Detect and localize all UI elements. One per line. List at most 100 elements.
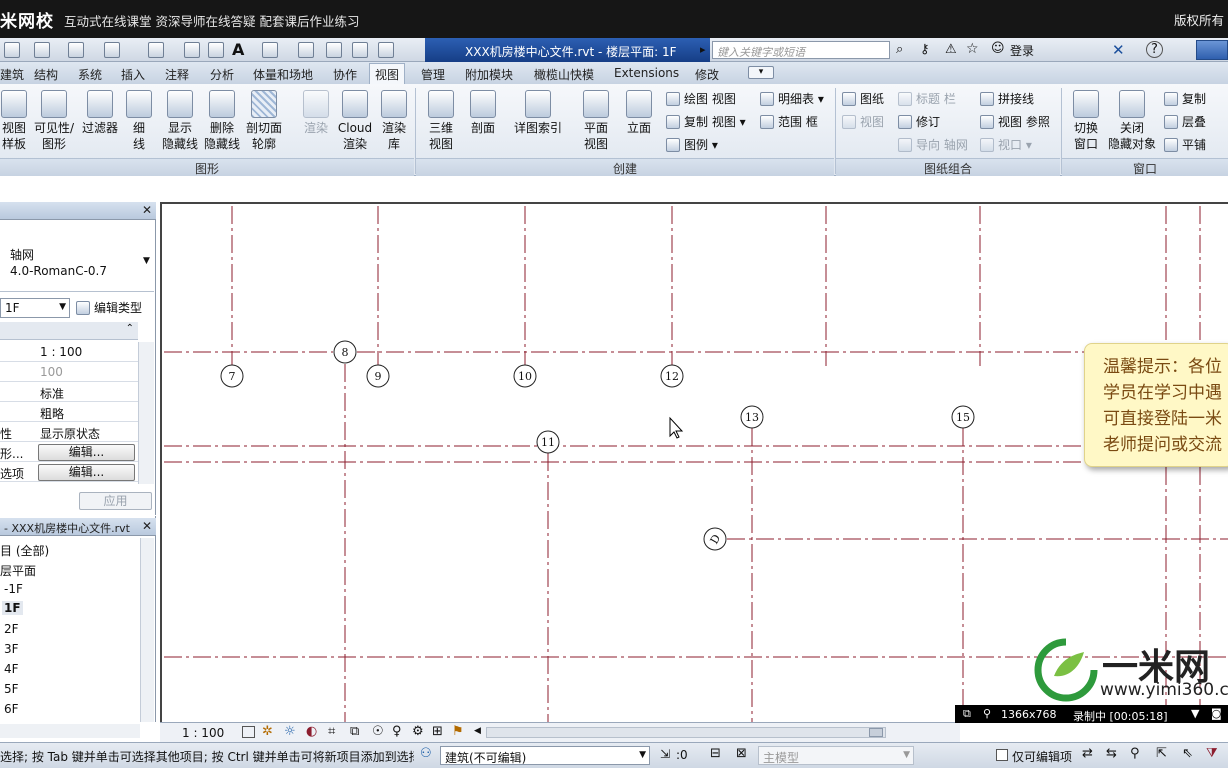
tree-item[interactable]: 4F (4, 662, 19, 676)
visual-style-icon[interactable]: ✲ (262, 724, 273, 739)
tile-button[interactable]: 平铺 (1164, 136, 1206, 153)
tab-massing-site[interactable]: 体量和场地 (253, 66, 313, 83)
cloud-render-button[interactable]: Cloud 渲染 (336, 88, 374, 152)
tab-annotate[interactable]: 注释 (165, 66, 189, 83)
show-hidden-lines-button[interactable]: 显示 隐藏线 (160, 88, 200, 152)
key-icon[interactable]: ⚷ (920, 42, 930, 57)
visibility-graphics-button[interactable]: 可见性/图形 (32, 88, 76, 152)
tab-modify[interactable]: 修改 (695, 66, 719, 83)
3d-view-button[interactable]: 三维 视图 (422, 88, 460, 152)
property-row[interactable]: 1 : 100 (0, 342, 138, 362)
cut-profile-button[interactable]: 剖切面 轮廓 (244, 88, 284, 152)
sun-path-icon[interactable]: ☼ (284, 724, 296, 739)
drafting-view-button[interactable]: 绘图 视图 (666, 90, 736, 107)
shadows-icon[interactable]: ◐ (306, 724, 317, 739)
duplicate-view-button[interactable]: 复制 视图 ▾ (666, 113, 746, 130)
undo-icon[interactable] (68, 42, 84, 58)
tree-item[interactable]: 层平面 (0, 562, 36, 579)
apply-button[interactable]: 应用 (79, 492, 152, 510)
callout-button[interactable]: 详图索引 (508, 88, 568, 136)
tab-analyze[interactable]: 分析 (210, 66, 234, 83)
binoculars-icon[interactable]: ⌕ (896, 42, 903, 57)
cascade-button[interactable]: 层叠 (1164, 113, 1206, 130)
communication-icon[interactable]: ⚠ (945, 42, 957, 57)
property-row[interactable]: 粗略 (0, 402, 138, 422)
exchange-icon[interactable]: ✕ (1112, 41, 1125, 59)
design-option-dropdown[interactable]: 主模型 ▼ (758, 746, 914, 765)
crop-region-icon[interactable]: ⧉ (350, 724, 359, 739)
drag-elements-icon[interactable]: ⇖ (1182, 746, 1193, 761)
login-button[interactable]: 登录 (1010, 42, 1034, 59)
tab-systems[interactable]: 系统 (78, 66, 102, 83)
tree-item[interactable]: 3F (4, 642, 19, 656)
highlight-displacement-icon[interactable]: ⊞ (432, 724, 443, 739)
scroll-left-icon[interactable]: ◀ (474, 726, 481, 736)
tree-item[interactable]: 6F (4, 702, 19, 716)
matchline-button[interactable]: 拼接线 (980, 90, 1034, 107)
legends-button[interactable]: 图例 ▾ (666, 136, 718, 153)
save-icon[interactable] (4, 42, 20, 58)
switch-windows-button[interactable]: 切换 窗口 (1066, 88, 1106, 152)
render-gallery-button[interactable]: 渲染库 (376, 88, 412, 152)
view-templates-button[interactable]: 视图 样板 (0, 88, 28, 152)
edit-visibility-button[interactable]: 编辑... (38, 444, 135, 461)
switch-windows-icon[interactable] (378, 42, 394, 58)
tree-item[interactable]: -1F (4, 582, 23, 596)
editable-only-checkbox[interactable] (996, 749, 1008, 761)
scope-box-button[interactable]: 范围 框 (760, 113, 818, 130)
tab-extensions[interactable]: Extensions (614, 66, 679, 80)
property-group-header[interactable]: ⌃ (0, 322, 138, 340)
sheet-button[interactable]: 图纸 (842, 90, 884, 107)
elevation-button[interactable]: 立面 (620, 88, 658, 136)
horizontal-scrollbar[interactable] (486, 727, 886, 738)
workset-dropdown[interactable]: 建筑(不可编辑) ▼ (440, 746, 650, 765)
select-pinned-icon[interactable]: ⚲ (1130, 746, 1140, 761)
tab-collaborate[interactable]: 协作 (333, 66, 357, 83)
tree-item[interactable]: 5F (4, 682, 19, 696)
close-hidden-button[interactable]: 关闭 隐藏对象 (1106, 88, 1158, 152)
select-by-face-icon[interactable]: ⇱ (1156, 746, 1167, 761)
render-button[interactable]: 渲染 (298, 88, 334, 136)
ribbon-toggle-icon[interactable]: ▾ (748, 66, 774, 79)
plan-views-button[interactable]: 平面 视图 (576, 88, 616, 152)
thin-lines-icon[interactable] (326, 42, 342, 58)
chevron-right-icon[interactable]: ▸ (700, 43, 706, 56)
detail-level-icon[interactable] (242, 726, 255, 738)
text-icon[interactable]: A (232, 40, 244, 59)
measure-icon[interactable] (148, 42, 164, 58)
chevron-down-icon[interactable]: ▼ (143, 256, 150, 266)
aligned-dimension-icon[interactable] (184, 42, 200, 58)
search-input[interactable]: 键入关键字或短语 (712, 41, 890, 59)
collapse-icon[interactable]: ⌃ (126, 323, 134, 334)
place-view-button[interactable]: 视图 (842, 113, 884, 130)
minimize-button[interactable] (1196, 40, 1228, 60)
schedules-button[interactable]: 明细表 ▾ (760, 90, 824, 107)
tab-structure[interactable]: 结构 (34, 66, 58, 83)
tab-addins[interactable]: 附加模块 (465, 66, 513, 83)
instance-filter-dropdown[interactable]: 1F ▼ (0, 298, 70, 318)
edit-type-button[interactable]: 编辑类型 (76, 299, 142, 316)
filter-icon[interactable]: ⧩ (1206, 746, 1218, 761)
thin-lines-button[interactable]: 细线 (122, 88, 156, 152)
redo-icon[interactable] (104, 42, 120, 58)
analytical-model-icon[interactable]: ⚙ (412, 724, 424, 739)
section-icon[interactable] (298, 42, 314, 58)
tab-manage[interactable]: 管理 (421, 66, 445, 83)
edit-options-button[interactable]: 编辑... (38, 464, 135, 481)
select-links-icon[interactable]: ⇄ (1082, 746, 1093, 761)
tab-insert[interactable]: 插入 (121, 66, 145, 83)
properties-scrollbar[interactable] (138, 342, 154, 484)
revisions-button[interactable]: 修订 (898, 113, 940, 130)
guide-grid-button[interactable]: 导向 轴网 (898, 136, 968, 153)
select-underlay-icon[interactable]: ⇆ (1106, 746, 1117, 761)
section-button[interactable]: 剖面 (464, 88, 502, 136)
worksharing-display-icon[interactable]: ⚑ (452, 724, 464, 739)
browser-scrollbar[interactable] (140, 538, 154, 722)
tree-item[interactable]: 目 (全部) (0, 542, 49, 559)
user-icon[interactable]: ☺ (991, 41, 1005, 56)
tree-item-active[interactable]: 1F (2, 601, 23, 615)
chevron-down-icon[interactable]: ▼ (1191, 707, 1199, 720)
tab-ganlanshan[interactable]: 橄榄山快模 (534, 66, 594, 83)
zoom-icon[interactable]: ⚲ (983, 707, 991, 720)
type-selector[interactable]: 轴网 4.0-RomanC-0.7 ▼ (0, 224, 154, 292)
